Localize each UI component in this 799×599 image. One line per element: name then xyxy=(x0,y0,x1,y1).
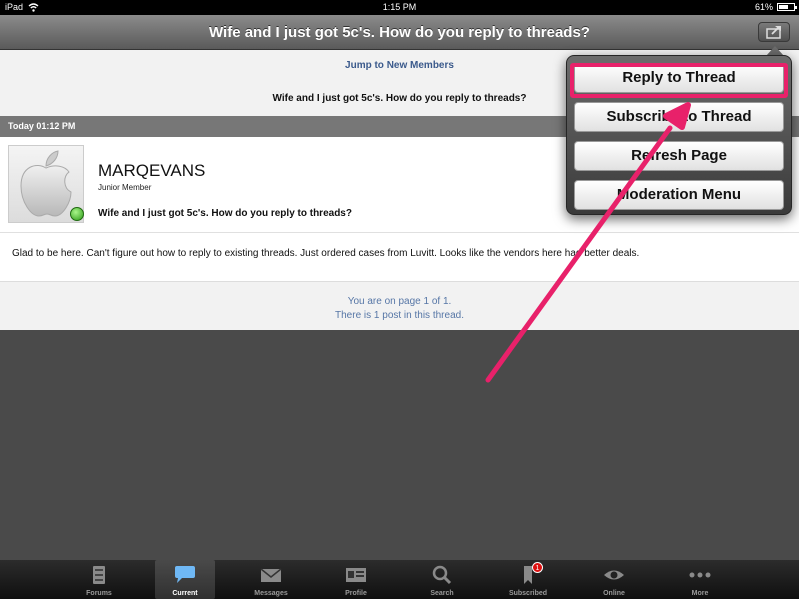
post-title: Wife and I just got 5c's. How do you rep… xyxy=(98,208,352,219)
battery-percent: 61% xyxy=(754,2,773,12)
subscribe-to-thread-button[interactable]: Subscribe to Thread xyxy=(574,102,784,132)
online-status-dot xyxy=(70,207,84,221)
action-button[interactable] xyxy=(758,22,790,42)
tab-label: Online xyxy=(603,590,625,597)
messages-icon xyxy=(260,568,282,582)
tab-profile[interactable]: Profile xyxy=(326,560,386,599)
post-count-info: There is 1 post in this thread. xyxy=(335,310,464,321)
tab-label: Current xyxy=(172,590,198,597)
reply-highlight-box xyxy=(570,63,788,98)
battery-icon xyxy=(777,3,797,11)
username[interactable]: MARQEVANS xyxy=(98,161,205,181)
forums-icon xyxy=(93,566,105,584)
tab-messages[interactable]: Messages xyxy=(241,560,301,599)
nav-bar: Wife and I just got 5c's. How do you rep… xyxy=(0,15,799,50)
search-icon xyxy=(432,565,452,585)
share-icon xyxy=(766,26,781,39)
moderation-menu-button[interactable]: Moderation Menu xyxy=(574,180,784,210)
status-right: 61% xyxy=(754,2,797,12)
tab-label: Messages xyxy=(254,590,288,597)
tab-more[interactable]: More xyxy=(670,560,730,599)
tab-search[interactable]: Search xyxy=(412,560,472,599)
refresh-page-button[interactable]: Refresh Page xyxy=(574,141,784,171)
tab-label: Profile xyxy=(345,590,367,597)
status-bar: iPad 1:15 PM 61% xyxy=(0,0,799,15)
tab-subscribed[interactable]: 1 Subscribed xyxy=(498,560,558,599)
post-body: Glad to be here. Can't figure out how to… xyxy=(12,248,640,259)
tab-online[interactable]: Online xyxy=(584,560,644,599)
tab-current[interactable]: Current xyxy=(155,560,215,599)
status-time: 1:15 PM xyxy=(382,2,417,12)
tab-label: More xyxy=(691,590,709,597)
tab-bar: Forums Current Messages Profile Search 1… xyxy=(0,560,799,599)
tab-label: Subscribed xyxy=(508,590,548,597)
nav-title: Wife and I just got 5c's. How do you rep… xyxy=(209,24,590,41)
tab-label: Search xyxy=(430,590,454,597)
more-icon xyxy=(689,572,711,578)
user-title: Junior Member xyxy=(98,183,152,192)
page-info: You are on page 1 of 1. xyxy=(347,296,452,307)
current-icon xyxy=(175,566,195,583)
subscribed-badge: 1 xyxy=(532,562,543,573)
tab-label: Forums xyxy=(86,590,112,597)
pagination-info: You are on page 1 of 1. There is 1 post … xyxy=(0,295,799,323)
online-icon xyxy=(604,570,624,580)
divider xyxy=(0,232,799,233)
tab-forums[interactable]: Forums xyxy=(69,560,129,599)
profile-icon xyxy=(346,568,366,582)
post-date: Today 01:12 PM xyxy=(8,121,76,131)
